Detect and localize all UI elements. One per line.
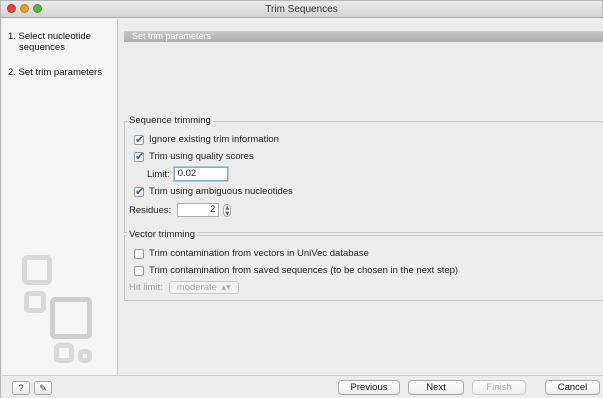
ambiguous-nucleotides-option[interactable]: Trim using ambiguous nucleotides <box>134 185 293 198</box>
step-select-sequences[interactable]: 1. Select nucleotide sequences <box>8 31 91 53</box>
ignore-existing-trim-checkbox[interactable] <box>134 133 144 146</box>
finish-button[interactable]: Finish <box>472 380 526 395</box>
select-arrows-icon: ▲▼ <box>221 284 231 291</box>
next-button[interactable]: Next <box>408 380 464 395</box>
previous-button[interactable]: Previous <box>338 380 400 395</box>
decorative-square <box>50 297 92 339</box>
residues-field[interactable]: 2 <box>177 203 220 217</box>
saved-sequences-checkbox[interactable] <box>134 265 144 276</box>
section-header: Set trim parameters <box>124 31 603 42</box>
step-label: 2. Set trim parameters <box>8 67 102 78</box>
checkbox-label: Trim contamination from saved sequences … <box>149 265 459 276</box>
residues-label: Residues: <box>129 204 172 216</box>
residues-row: Residues: 2 ▲ ▼ <box>129 203 232 217</box>
step-label-continued: sequences <box>19 42 65 53</box>
wizard-steps-sidebar: 1. Select nucleotide sequences 2. Set tr… <box>2 19 118 375</box>
help-button[interactable]: ? <box>12 381 30 395</box>
wizard-button-bar: ? ✎ Previous Next Finish Cancel <box>2 375 603 398</box>
limit-row: Limit: 0.02 <box>147 167 228 181</box>
group-title: Vector trimming <box>127 229 197 240</box>
quality-scores-option[interactable]: Trim using quality scores <box>134 150 254 163</box>
univec-checkbox[interactable] <box>134 248 144 259</box>
reset-button[interactable]: ✎ <box>34 381 52 395</box>
step-label: 1. Select nucleotide <box>8 31 91 42</box>
vector-trimming-group: Vector trimming Trim contamination from … <box>124 229 603 301</box>
limit-label: Limit: <box>147 168 170 180</box>
chevron-down-icon[interactable]: ▼ <box>224 211 230 217</box>
checkbox-label: Trim using ambiguous nucleotides <box>149 186 293 197</box>
residues-stepper[interactable]: ▲ ▼ <box>223 203 232 217</box>
limit-field[interactable]: 0.02 <box>173 167 228 181</box>
title-bar: Trim Sequences <box>1 1 602 18</box>
trim-sequences-window: Trim Sequences 1. Select nucleotide sequ… <box>0 0 603 398</box>
section-header-title: Set trim parameters <box>132 31 212 41</box>
decorative-square <box>54 343 74 363</box>
univec-option[interactable]: Trim contamination from vectors in UniVe… <box>134 248 369 259</box>
saved-sequences-option[interactable]: Trim contamination from saved sequences … <box>134 265 458 276</box>
step-set-trim-parameters[interactable]: 2. Set trim parameters <box>8 67 102 78</box>
hit-limit-row: Hit limit: moderate ▲▼ <box>129 281 239 294</box>
reset-icon: ✎ <box>39 383 47 393</box>
checkbox-label: Ignore existing trim information <box>149 134 279 145</box>
ignore-existing-trim-option[interactable]: Ignore existing trim information <box>134 133 279 146</box>
group-title: Sequence trimming <box>127 115 213 126</box>
hit-limit-select[interactable]: moderate ▲▼ <box>168 281 239 294</box>
cancel-button[interactable]: Cancel <box>545 380 600 395</box>
decorative-square <box>78 349 92 363</box>
decorative-square <box>22 255 52 285</box>
checkbox-label: Trim using quality scores <box>149 151 254 162</box>
checkbox-label: Trim contamination from vectors in UniVe… <box>149 248 369 259</box>
hit-limit-value: moderate <box>176 282 217 293</box>
main-panel: Set trim parameters Sequence trimming Ig… <box>119 19 603 375</box>
decorative-square <box>24 291 46 313</box>
sequence-trimming-group: Sequence trimming Ignore existing trim i… <box>124 115 603 233</box>
hit-limit-label: Hit limit: <box>129 282 163 293</box>
quality-scores-checkbox[interactable] <box>134 150 144 163</box>
ambiguous-nucleotides-checkbox[interactable] <box>134 185 144 198</box>
window-title: Trim Sequences <box>265 4 338 15</box>
